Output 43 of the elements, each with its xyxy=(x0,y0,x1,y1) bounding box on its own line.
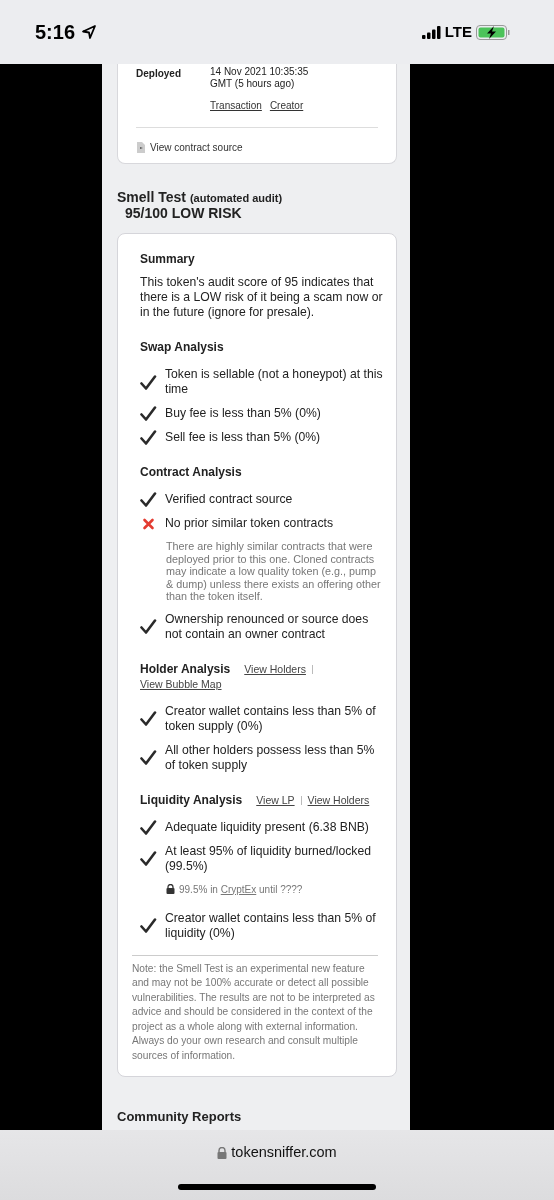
heading: Swap Analysis xyxy=(140,340,224,354)
field-label: Deployed xyxy=(136,67,182,81)
check-text: Creator wallet contains less than 5% of token supply (0%) xyxy=(165,703,377,734)
lock-icon xyxy=(217,1146,228,1159)
score-label: 95/100 LOW RISK xyxy=(125,205,242,221)
check-text: Adequate liquidity present (6.38 BNB) xyxy=(165,819,369,835)
check-text: No prior similar token contracts xyxy=(165,516,333,531)
link[interactable]: View Holders xyxy=(244,662,306,675)
link[interactable]: Transaction xyxy=(210,98,262,113)
heading: Summary xyxy=(140,252,196,267)
check-text: Token is sellable (not a honeypot) at this time xyxy=(165,367,384,397)
clock-time: 5:16 xyxy=(35,20,76,45)
check-text: All other holders possess less than 5% of token supply xyxy=(165,742,376,773)
link[interactable]: CryptEx xyxy=(220,883,257,895)
section-title: Community Reports xyxy=(117,1107,243,1126)
lock-note: 99.5% in CryptEx until ???? xyxy=(179,882,303,897)
signal-icon xyxy=(421,25,441,39)
section-title: Smell Test xyxy=(117,189,186,205)
link[interactable]: View contract source xyxy=(150,140,243,155)
link[interactable]: View LP xyxy=(256,793,295,806)
link[interactable]: Creator xyxy=(269,98,304,113)
link[interactable]: View Holders xyxy=(307,793,370,806)
heading: Contract Analysis xyxy=(140,465,242,479)
location-arrow-icon xyxy=(81,24,98,40)
battery-charging-icon xyxy=(476,24,510,40)
lock-icon xyxy=(166,884,175,894)
heading: Liquidity Analysis xyxy=(140,792,243,807)
check-text: Sell fee is less than 5% (0%) xyxy=(165,430,321,445)
link[interactable]: View Bubble Map xyxy=(140,677,222,690)
section-subtitle: (automated audit) xyxy=(189,192,283,204)
check-text: At least 95% of liquidity burned/locked (99.5%) xyxy=(165,843,372,874)
heading: Holder Analysis xyxy=(140,661,231,676)
field-value: 14 Nov 2021 10:35:35 GMT (5 hours ago) xyxy=(210,66,310,90)
summary-text: This token's audit score of 95 indicates that there is a LOW risk of it being a scam now or in the future (ignore for presale). xyxy=(140,275,384,320)
check-text: Buy fee is less than 5% (0%) xyxy=(165,406,321,421)
check-detail: There are highly similar contracts that were deployed prior to this one. Cloned contracts may indicate a low quality token (e.g., pump & dump) unless there exists an offering other than the token itself. xyxy=(166,540,382,603)
document-icon xyxy=(136,142,146,153)
check-text: Ownership renounced or source does not contain an owner contract xyxy=(165,611,370,642)
network-label: LTE xyxy=(444,21,472,42)
address-bar[interactable]: tokensniffer.com xyxy=(231,1142,337,1164)
check-text: Verified contract source xyxy=(165,492,293,507)
disclaimer-note: Note: the Smell Test is an experimental new feature and may not be 100% accurate or detect all possible vulnerabilities. The results are not to be interpreted as advice and should be considered in the context of the project as a whole along with external information. Always do your own research and consult multiple sources of information. xyxy=(132,954,378,1064)
check-text: Creator wallet contains less than 5% of liquidity (0%) xyxy=(165,910,377,941)
